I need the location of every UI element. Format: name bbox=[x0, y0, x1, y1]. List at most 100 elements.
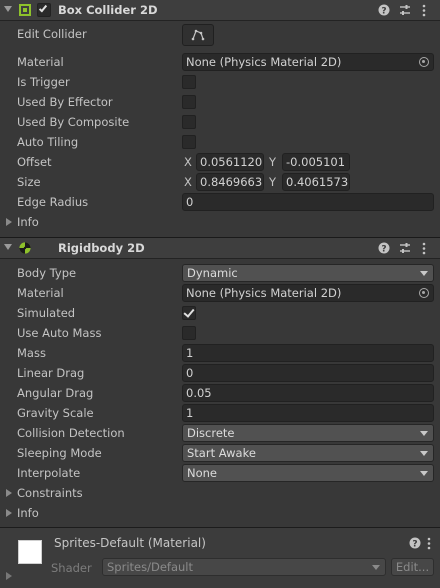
box-collider-header[interactable]: Box Collider 2D ? bbox=[0, 0, 440, 21]
gravity-scale-row: Gravity Scale 1 bbox=[0, 403, 440, 423]
material-value: None (Physics Material 2D) bbox=[186, 55, 342, 69]
use-auto-mass-row: Use Auto Mass bbox=[0, 323, 440, 343]
auto-tiling-checkbox[interactable] bbox=[182, 135, 196, 149]
rigidbody-info-foldout[interactable]: Info bbox=[0, 503, 440, 523]
interpolate-row: Interpolate None bbox=[0, 463, 440, 483]
offset-x-field[interactable]: 0.0561120 bbox=[196, 153, 264, 171]
collision-detection-label: Collision Detection bbox=[17, 426, 125, 440]
gravity-scale-label[interactable]: Gravity Scale bbox=[17, 406, 94, 420]
gravity-scale-field[interactable]: 1 bbox=[182, 404, 434, 422]
angular-drag-row: Angular Drag 0.05 bbox=[0, 383, 440, 403]
size-y-label[interactable]: Y bbox=[269, 175, 276, 189]
size-x-label[interactable]: X bbox=[184, 175, 192, 189]
edge-radius-label[interactable]: Edge Radius bbox=[17, 195, 88, 209]
mass-row: Mass 1 bbox=[0, 343, 440, 363]
used-by-composite-checkbox[interactable] bbox=[182, 115, 196, 129]
box-collider-icon bbox=[19, 4, 31, 16]
angular-drag-field[interactable]: 0.05 bbox=[182, 384, 434, 402]
material-preview-thumbnail bbox=[18, 540, 42, 564]
mass-field[interactable]: 1 bbox=[182, 344, 434, 362]
offset-y-field[interactable]: -0.005101 bbox=[282, 153, 350, 171]
material-panel: Sprites-Default (Material) ? Shader Spri… bbox=[0, 527, 440, 588]
collision-detection-value: Discrete bbox=[187, 426, 235, 440]
shader-dropdown[interactable]: Sprites/Default bbox=[102, 558, 386, 576]
size-label[interactable]: Size bbox=[17, 175, 41, 189]
size-x-field[interactable]: 0.8469663 bbox=[196, 173, 264, 191]
use-auto-mass-label: Use Auto Mass bbox=[17, 326, 102, 340]
rb-material-object-field[interactable]: None (Physics Material 2D) bbox=[182, 284, 434, 302]
collision-detection-dropdown[interactable]: Discrete bbox=[182, 424, 434, 442]
info-label[interactable]: Info bbox=[17, 506, 39, 520]
chevron-down-icon bbox=[420, 471, 428, 476]
edit-collider-label: Edit Collider bbox=[17, 27, 87, 41]
auto-tiling-row: Auto Tiling bbox=[0, 132, 440, 152]
chevron-down-icon bbox=[420, 451, 428, 456]
svg-text:?: ? bbox=[412, 540, 417, 550]
simulated-checkbox[interactable] bbox=[182, 306, 196, 320]
edge-radius-row: Edge Radius 0 bbox=[0, 192, 440, 212]
sleeping-mode-row: Sleeping Mode Start Awake bbox=[0, 443, 440, 463]
chevron-right-icon[interactable] bbox=[6, 489, 12, 497]
component-enable-checkbox[interactable] bbox=[37, 3, 51, 17]
info-label[interactable]: Info bbox=[17, 215, 39, 229]
kebab-menu-icon[interactable] bbox=[421, 4, 427, 17]
angular-drag-label[interactable]: Angular Drag bbox=[17, 386, 93, 400]
sleeping-mode-dropdown[interactable]: Start Awake bbox=[182, 444, 434, 462]
offset-y-label[interactable]: Y bbox=[269, 155, 276, 169]
material-object-field[interactable]: None (Physics Material 2D) bbox=[182, 53, 434, 71]
body-type-dropdown[interactable]: Dynamic bbox=[182, 264, 434, 282]
object-picker-icon[interactable] bbox=[419, 57, 429, 67]
chevron-right-icon[interactable] bbox=[6, 218, 12, 226]
size-y-field[interactable]: 0.4061573 bbox=[282, 173, 350, 191]
rigidbody-header[interactable]: Rigidbody 2D ? bbox=[0, 237, 440, 259]
constraints-foldout[interactable]: Constraints bbox=[0, 483, 440, 503]
simulated-row: Simulated bbox=[0, 303, 440, 323]
presets-icon[interactable] bbox=[399, 4, 411, 16]
used-by-composite-label: Used By Composite bbox=[17, 115, 130, 129]
is-trigger-label: Is Trigger bbox=[17, 75, 70, 89]
use-auto-mass-checkbox[interactable] bbox=[182, 326, 196, 340]
offset-x-label[interactable]: X bbox=[184, 155, 192, 169]
body-type-row: Body Type Dynamic bbox=[0, 263, 440, 283]
shader-label: Shader bbox=[51, 561, 92, 575]
help-icon[interactable]: ? bbox=[378, 242, 390, 254]
component-title: Box Collider 2D bbox=[58, 3, 158, 17]
linear-drag-label[interactable]: Linear Drag bbox=[17, 366, 84, 380]
component-title: Rigidbody 2D bbox=[58, 241, 145, 255]
help-icon[interactable]: ? bbox=[409, 537, 421, 549]
presets-icon[interactable] bbox=[399, 242, 411, 254]
edit-collider-button[interactable] bbox=[182, 24, 214, 46]
body-type-label: Body Type bbox=[17, 266, 77, 280]
used-by-effector-label: Used By Effector bbox=[17, 95, 113, 109]
chevron-down-icon bbox=[420, 271, 428, 276]
rigidbody-icon bbox=[19, 242, 31, 254]
help-icon[interactable]: ? bbox=[378, 4, 390, 16]
svg-text:?: ? bbox=[381, 7, 386, 17]
interpolate-dropdown[interactable]: None bbox=[182, 464, 434, 482]
fold-arrow-icon[interactable] bbox=[4, 6, 12, 12]
kebab-menu-icon[interactable] bbox=[426, 537, 432, 550]
rb-material-row: Material None (Physics Material 2D) bbox=[0, 283, 440, 303]
mass-label[interactable]: Mass bbox=[17, 346, 46, 360]
sleeping-mode-value: Start Awake bbox=[187, 446, 256, 460]
size-row: Size X 0.8469663 Y 0.4061573 bbox=[0, 172, 440, 192]
used-by-effector-row: Used By Effector bbox=[0, 92, 440, 112]
constraints-label[interactable]: Constraints bbox=[17, 486, 83, 500]
shader-edit-button[interactable]: Edit... bbox=[391, 558, 434, 576]
object-picker-icon[interactable] bbox=[419, 288, 429, 298]
is-trigger-row: Is Trigger bbox=[0, 72, 440, 92]
offset-label[interactable]: Offset bbox=[17, 155, 52, 169]
shader-value: Sprites/Default bbox=[107, 560, 193, 574]
box-collider-info-foldout[interactable]: Info bbox=[0, 212, 440, 232]
linear-drag-field[interactable]: 0 bbox=[182, 364, 434, 382]
fold-arrow-icon[interactable] bbox=[4, 244, 12, 250]
chevron-right-icon[interactable] bbox=[6, 572, 12, 580]
kebab-menu-icon[interactable] bbox=[421, 242, 427, 255]
used-by-effector-checkbox[interactable] bbox=[182, 95, 196, 109]
chevron-right-icon[interactable] bbox=[6, 509, 12, 517]
linear-drag-row: Linear Drag 0 bbox=[0, 363, 440, 383]
edge-radius-field[interactable]: 0 bbox=[182, 193, 434, 211]
material-label: Material bbox=[17, 55, 64, 69]
chevron-down-icon bbox=[372, 565, 380, 570]
is-trigger-checkbox[interactable] bbox=[182, 75, 196, 89]
